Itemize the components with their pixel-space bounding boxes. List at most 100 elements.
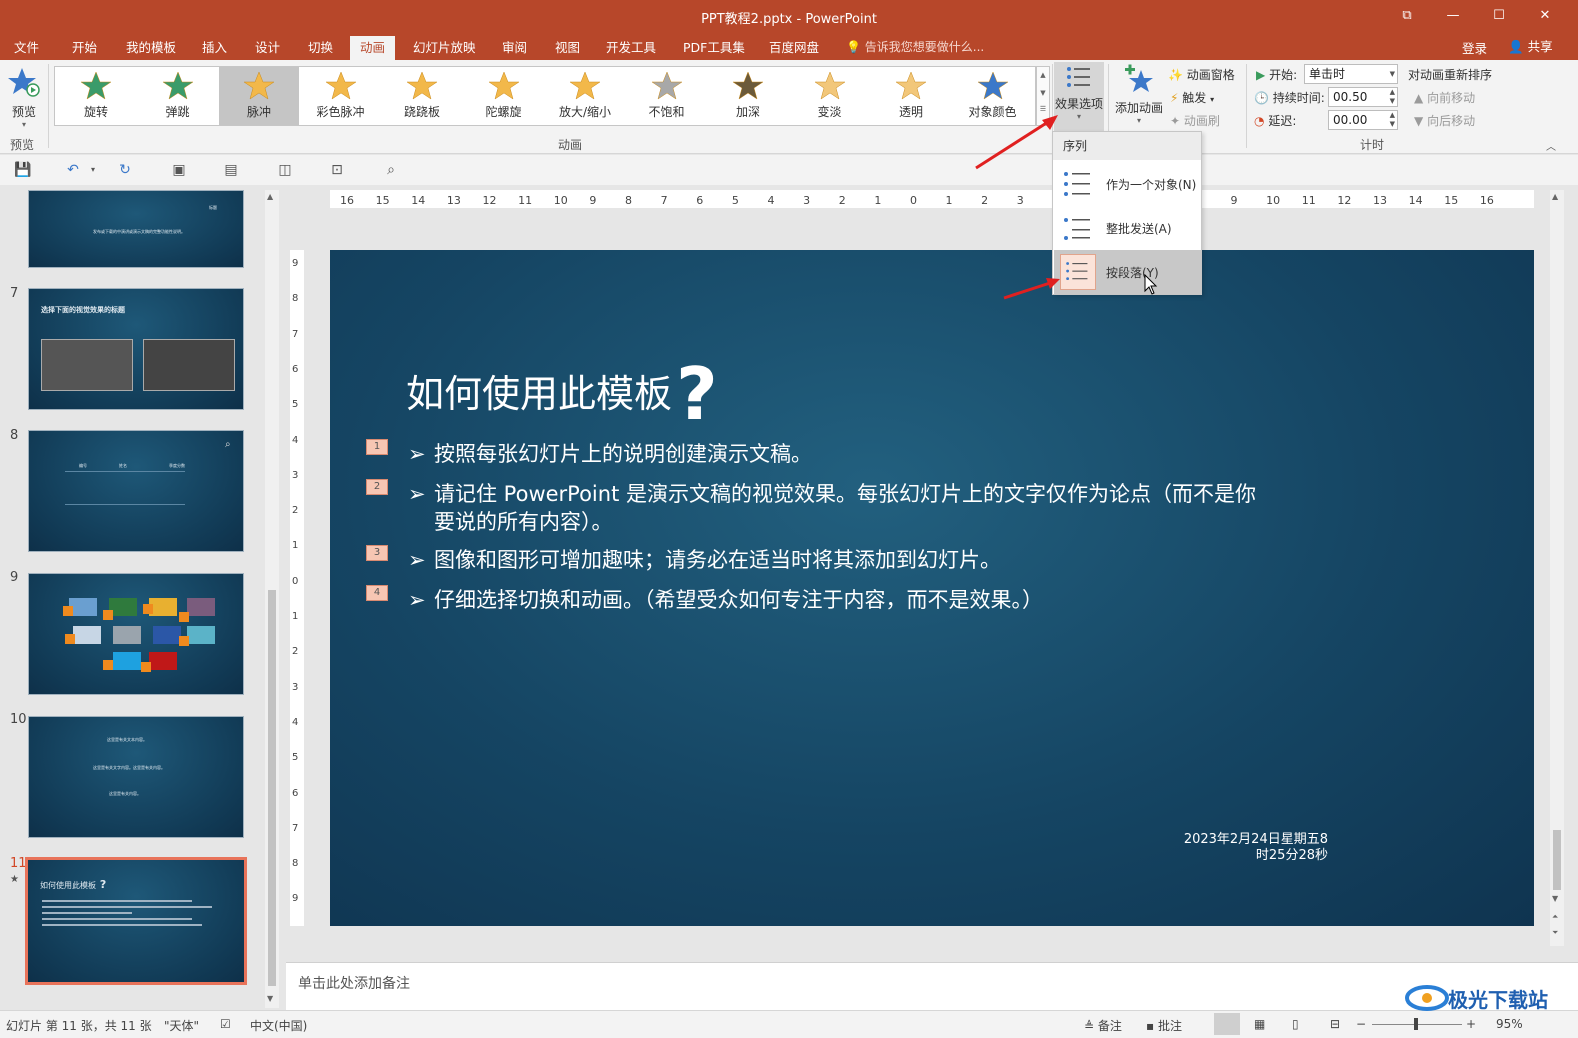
login-link[interactable]: 登录 — [1462, 38, 1487, 57]
scroll-down-icon[interactable]: ▼ — [1552, 894, 1558, 903]
scroll-up-icon[interactable]: ▲ — [1552, 192, 1558, 201]
tab-file[interactable]: 文件 — [4, 36, 49, 60]
bullet-item[interactable]: ➢ 按照每张幻灯片上的说明创建演示文稿。 — [408, 440, 1264, 468]
animation-star-icon: ★ — [10, 874, 19, 885]
effect-8[interactable]: 不饱和 — [627, 67, 707, 125]
slide-thumbnail-10[interactable]: 这里是有关文本内容。 这里是有关文字内容。这里是有关内容。 这里是有关内容。 — [28, 716, 244, 838]
animation-pane-button[interactable]: ✨ 动画窗格 — [1168, 66, 1235, 83]
effect-5[interactable]: 跷跷板 — [382, 67, 462, 125]
next-slide-icon[interactable]: ⏷ — [1552, 928, 1558, 938]
new-slide-icon[interactable]: ▣ — [170, 161, 188, 179]
comments-toggle[interactable]: ▪ 批注 — [1146, 1017, 1182, 1034]
reading-view-icon[interactable]: ▯ — [1292, 1017, 1299, 1031]
trigger-button[interactable]: ⚡ 触发 ▾ — [1170, 89, 1214, 106]
slide-title[interactable]: 如何使用此模板? — [406, 340, 718, 436]
normal-view-icon[interactable] — [1214, 1013, 1240, 1035]
menu-item-by-paragraph[interactable]: 按段落(Y) — [1054, 250, 1201, 294]
add-animation-button[interactable]: 添加动画 ▾ — [1112, 64, 1166, 130]
animation-order-badge[interactable]: 3 — [366, 545, 388, 561]
effect-11[interactable]: 透明 — [871, 67, 951, 125]
slideshow-icon[interactable]: ◫ — [276, 161, 294, 179]
zoom-level[interactable]: 95% — [1496, 1017, 1523, 1031]
tab-review[interactable]: 审阅 — [492, 36, 537, 60]
effect-10[interactable]: 变淡 — [790, 67, 870, 125]
notes-toggle[interactable]: ≜ 备注 — [1084, 1017, 1122, 1034]
spinner-arrows-icon[interactable]: ▲ ▼ — [1390, 88, 1395, 106]
scroll-up-icon[interactable]: ▲ — [267, 192, 273, 201]
spellcheck-icon[interactable]: ☑ — [220, 1017, 231, 1031]
menu-item-all-at-once[interactable]: 整批发送(A) — [1054, 206, 1201, 250]
slide-thumbnail-11[interactable]: 如何使用此模板 ? — [25, 857, 247, 985]
animation-order-badge[interactable]: 2 — [366, 479, 388, 495]
effect-4[interactable]: 彩色脉冲 — [301, 67, 381, 125]
redo-icon[interactable]: ↻ — [116, 161, 134, 179]
slide-thumbnail-9[interactable] — [28, 573, 244, 695]
tab-baidu-netdisk[interactable]: 百度网盘 — [759, 36, 829, 60]
tab-pdf-tools[interactable]: PDF工具集 — [673, 36, 755, 60]
share-button[interactable]: 👤 共享 — [1500, 36, 1561, 58]
notes-pane[interactable]: 单击此处添加备注 — [286, 962, 1578, 1010]
spinner-arrows-icon[interactable]: ▲ ▼ — [1390, 111, 1395, 129]
chevron-down-icon[interactable]: ▾ — [84, 161, 102, 179]
maximize-icon[interactable]: ☐ — [1476, 0, 1522, 32]
duration-spinner[interactable]: 00.50 ▲ ▼ — [1328, 87, 1398, 107]
effect-2[interactable]: 弹跳 — [138, 67, 218, 125]
tab-transitions[interactable]: 切换 — [298, 36, 343, 60]
presenter-icon[interactable]: ⊡ — [328, 161, 346, 179]
layout-icon[interactable]: ▤ — [222, 161, 240, 179]
tab-slideshow[interactable]: 幻灯片放映 — [403, 36, 486, 60]
tab-design[interactable]: 设计 — [245, 36, 290, 60]
animation-order-badge[interactable]: 1 — [366, 439, 388, 455]
animation-painter-button[interactable]: ✦ 动画刷 — [1170, 112, 1220, 129]
preview-button[interactable]: 预览 ▾ — [6, 66, 42, 130]
effect-7[interactable]: 放大/缩小 — [545, 67, 625, 125]
slide-thumbnail-8[interactable]: 编号 姓名 季度分数 ⌕ — [28, 430, 244, 552]
move-later-button[interactable]: ▼ 向后移动 — [1414, 112, 1475, 129]
slide-thumbnail-7[interactable]: 选择下面的视觉效果的标题 — [28, 288, 244, 410]
menu-item-as-one-object[interactable]: 作为一个对象(N) — [1054, 162, 1201, 206]
scrollbar-thumb[interactable] — [268, 590, 276, 986]
previous-slide-icon[interactable]: ⏶ — [1552, 912, 1558, 922]
gallery-up-icon[interactable]: ▲ — [1037, 71, 1049, 79]
tab-developer[interactable]: 开发工具 — [596, 36, 666, 60]
slide-canvas[interactable]: 如何使用此模板? 1 ➢ 按照每张幻灯片上的说明创建演示文稿。 2 ➢ 请记住 Po… — [330, 250, 1534, 926]
tell-me-input[interactable]: 💡 告诉我您想要做什么... — [846, 38, 984, 55]
zoom-out-icon[interactable]: − — [1356, 1017, 1366, 1031]
bullet-item[interactable]: ➢ 图像和图形可增加趣味；请务必在适当时将其添加到幻灯片。 — [408, 546, 1264, 574]
ribbon-display-icon[interactable]: ⧉ — [1384, 0, 1430, 32]
gallery-down-icon[interactable]: ▼ — [1037, 89, 1049, 97]
undo-icon[interactable]: ↶ — [64, 161, 82, 179]
zoom-in-icon[interactable]: + — [1466, 1017, 1476, 1031]
slide-scrollbar[interactable]: ▲ ▼ ⏶ ⏷ — [1550, 190, 1564, 946]
scroll-down-icon[interactable]: ▼ — [267, 994, 273, 1003]
minimize-icon[interactable]: — — [1430, 0, 1476, 32]
thumbnail-scrollbar[interactable]: ▲ ▼ — [265, 190, 279, 1008]
collapse-ribbon-icon[interactable]: ︿ — [1546, 138, 1556, 153]
effect-6[interactable]: 陀螺旋 — [464, 67, 544, 125]
effect-3[interactable]: 脉冲 — [219, 67, 299, 125]
language[interactable]: 中文(中国) — [250, 1017, 307, 1034]
tab-home[interactable]: 开始 — [62, 36, 107, 60]
slide-date[interactable]: 2023年2月24日星期五8 时25分28秒 — [1184, 832, 1328, 864]
delay-label: 延迟: — [1268, 114, 1297, 128]
save-icon[interactable]: 💾 — [14, 161, 32, 179]
delay-spinner[interactable]: 00.00 ▲ ▼ — [1328, 110, 1398, 130]
effect-9[interactable]: 加深 — [708, 67, 788, 125]
zoom-slider-thumb[interactable] — [1414, 1018, 1418, 1030]
bullet-item[interactable]: ➢ 仔细选择切换和动画。（希望受众如何专注于内容，而不是效果。） — [408, 586, 1264, 614]
tab-insert[interactable]: 插入 — [192, 36, 237, 60]
animation-order-badge[interactable]: 4 — [366, 585, 388, 601]
bullet-item[interactable]: ➢ 请记住 PowerPoint 是演示文稿的视觉效果。每张幻灯片上的文字仅作为论… — [408, 480, 1264, 536]
print-preview-icon[interactable]: ⌕ — [382, 161, 400, 179]
tab-view[interactable]: 视图 — [545, 36, 590, 60]
effect-1[interactable]: 旋转 — [56, 67, 136, 125]
start-select[interactable]: 单击时 ▼ — [1304, 64, 1398, 84]
slide-sorter-icon[interactable]: ▦ — [1254, 1017, 1265, 1031]
scrollbar-thumb[interactable] — [1553, 830, 1561, 890]
slideshow-view-icon[interactable]: ⊟ — [1330, 1017, 1340, 1031]
tab-my-templates[interactable]: 我的模板 — [116, 36, 186, 60]
close-icon[interactable]: ✕ — [1522, 0, 1568, 32]
move-earlier-button[interactable]: ▲ 向前移动 — [1414, 89, 1475, 106]
tab-animations[interactable]: 动画 — [350, 36, 396, 60]
slide-thumbnail-6[interactable]: 标题 发布或下载的中演讲或演示文稿的完整功能性说明。 — [28, 190, 244, 268]
